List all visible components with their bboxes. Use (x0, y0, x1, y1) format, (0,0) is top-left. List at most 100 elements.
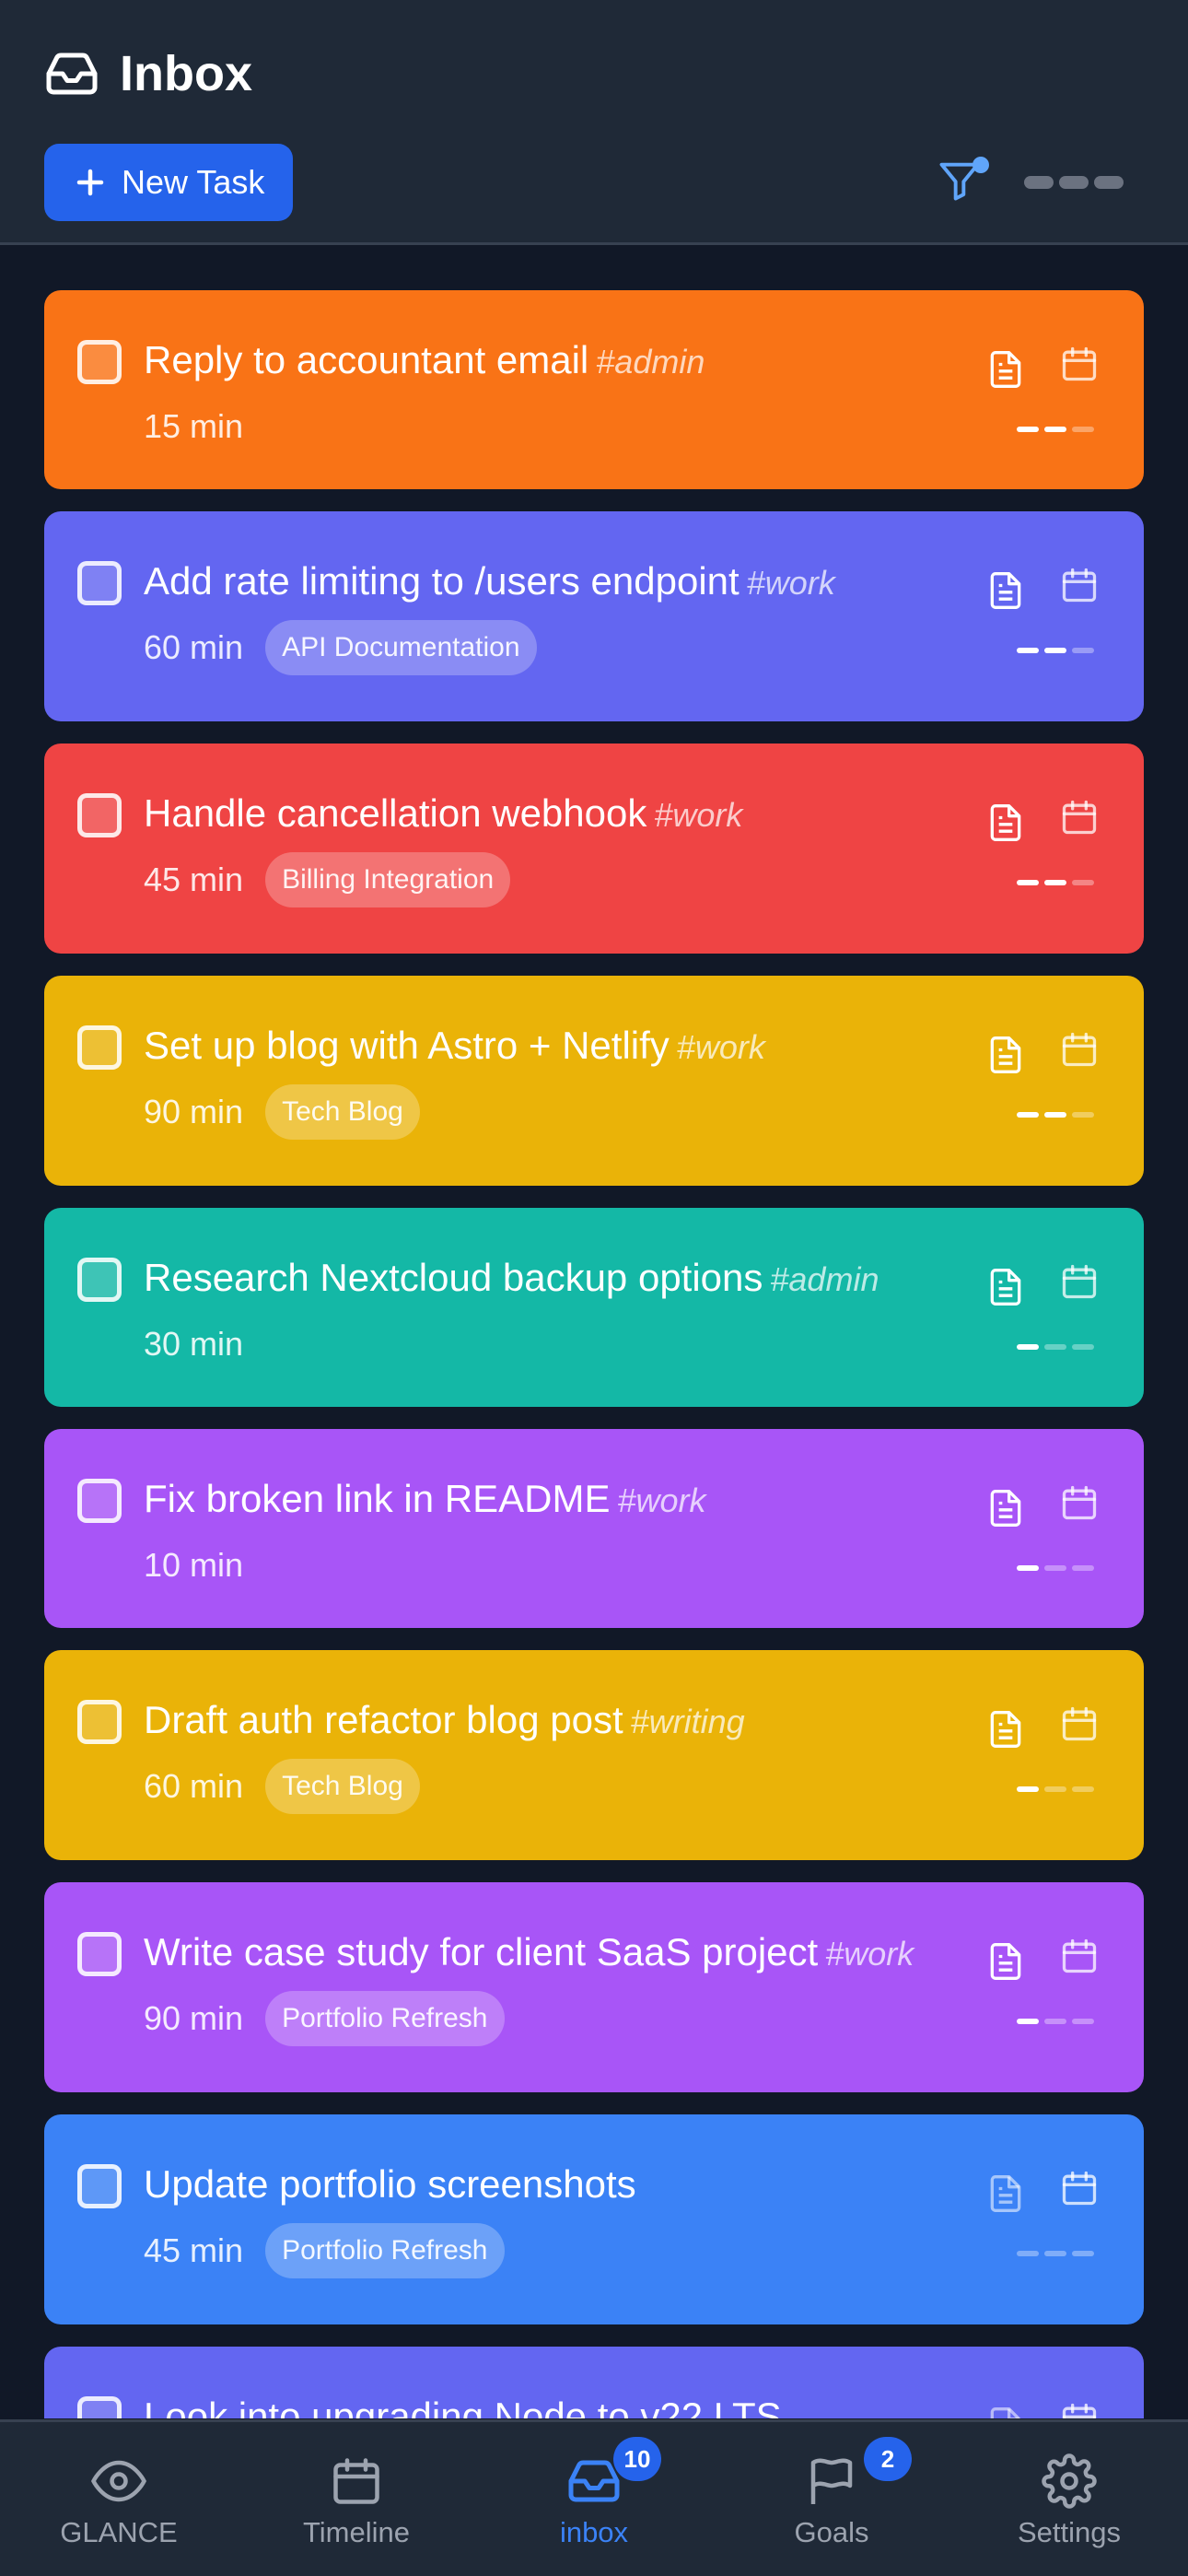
page-title: Inbox (120, 46, 252, 101)
nav-label: Goals (794, 2516, 869, 2548)
nav-glance[interactable]: GLANCE (0, 2422, 238, 2576)
nav-badge: 10 (613, 2437, 661, 2481)
task-duration: 60 min (144, 628, 244, 666)
progress-segment (1017, 2019, 1039, 2024)
task-card[interactable]: Look into upgrading Node to v22 LTS (44, 2347, 1144, 2418)
calendar-icon[interactable] (1059, 1704, 1100, 1746)
task-title-text: Fix broken link in README (144, 1477, 611, 1520)
nav-label: inbox (559, 2516, 629, 2548)
nav-timeline[interactable]: Timeline (238, 2422, 475, 2576)
task-checkbox[interactable] (77, 2164, 122, 2208)
note-icon[interactable] (985, 1035, 1026, 1079)
note-icon[interactable] (985, 1709, 1026, 1753)
task-meta: 45 min Portfolio Refresh (144, 2223, 505, 2278)
task-progress (1017, 1112, 1094, 1118)
task-tag: #work (676, 1028, 765, 1066)
task-title: Draft auth refactor blog post #writing (144, 1698, 745, 1742)
task-card[interactable]: Draft auth refactor blog post #writing 60 … (44, 1650, 1144, 1860)
calendar-icon[interactable] (1059, 1261, 1100, 1304)
note-icon[interactable] (985, 802, 1026, 847)
bottom-nav: GLANCE Timeline inbox 10 Goals 2 Settings (0, 2419, 1188, 2576)
nav-badge: 2 (864, 2437, 912, 2481)
progress-segment (1017, 648, 1039, 653)
task-card[interactable]: Handle cancellation webhook #work 45 min Bi… (44, 744, 1144, 954)
filter-active-dot (973, 157, 989, 173)
progress-segment (1017, 427, 1039, 432)
task-tag: #admin (596, 343, 705, 381)
task-title-text: Update portfolio screenshots (144, 2162, 636, 2206)
project-chip[interactable]: Billing Integration (265, 852, 511, 907)
project-chip[interactable]: Tech Blog (265, 1084, 420, 1140)
project-chip[interactable]: Portfolio Refresh (265, 1991, 505, 2046)
task-checkbox[interactable] (77, 1700, 122, 1744)
nav-label: Settings (1017, 2516, 1121, 2548)
task-checkbox[interactable] (77, 1025, 122, 1070)
task-duration: 90 min (144, 1999, 244, 2037)
note-icon[interactable] (985, 1267, 1026, 1311)
progress-segment (1017, 880, 1039, 885)
project-chip[interactable]: Tech Blog (265, 1759, 420, 1814)
new-task-button[interactable]: New Task (44, 144, 293, 221)
header: Inbox New Task (0, 0, 1188, 245)
project-chip[interactable]: API Documentation (265, 620, 537, 675)
task-checkbox[interactable] (77, 561, 122, 605)
calendar-icon[interactable] (1059, 2400, 1100, 2418)
task-tag: #work (746, 564, 835, 602)
task-card[interactable]: Fix broken link in README #work 10 min (44, 1429, 1144, 1628)
note-icon[interactable] (985, 570, 1026, 615)
inbox-icon (46, 53, 98, 95)
task-card[interactable]: Reply to accountant email #admin 15 min (44, 290, 1144, 489)
task-card[interactable]: Set up blog with Astro + Netlify #work 90 … (44, 976, 1144, 1186)
task-duration: 30 min (144, 1325, 244, 1363)
task-checkbox[interactable] (77, 340, 122, 384)
task-checkbox[interactable] (77, 1258, 122, 1302)
project-chip[interactable]: Portfolio Refresh (265, 2223, 505, 2278)
nav-inbox[interactable]: inbox 10 (475, 2422, 713, 2576)
note-icon[interactable] (985, 1488, 1026, 1532)
calendar-icon[interactable] (1059, 1029, 1100, 1071)
calendar-icon[interactable] (1059, 1482, 1100, 1525)
calendar-icon[interactable] (1059, 565, 1100, 607)
task-tag: #admin (770, 1260, 879, 1298)
calendar-icon[interactable] (1059, 2168, 1100, 2210)
task-card[interactable]: Write case study for client SaaS project… (44, 1882, 1144, 2092)
task-meta: 60 min API Documentation (144, 620, 537, 675)
note-icon[interactable] (985, 349, 1026, 393)
task-progress (1017, 1786, 1094, 1792)
note-icon[interactable] (985, 1941, 1026, 1985)
note-icon[interactable] (985, 2173, 1026, 2218)
task-meta: 90 min Tech Blog (144, 1084, 420, 1140)
more-menu-button[interactable] (1024, 171, 1124, 193)
task-list: Reply to accountant email #admin 15 min Add… (44, 290, 1144, 2418)
task-title-text: Draft auth refactor blog post (144, 1698, 623, 1741)
task-meta: 30 min (144, 1317, 243, 1372)
nav-label: Timeline (303, 2516, 410, 2548)
task-card[interactable]: Research Nextcloud backup options #admin 3… (44, 1208, 1144, 1407)
task-checkbox[interactable] (77, 793, 122, 837)
menu-dash (1024, 176, 1054, 189)
plus-icon (76, 169, 104, 196)
progress-segment (1072, 648, 1094, 653)
task-tag: #writing (630, 1703, 745, 1740)
task-duration: 60 min (144, 1767, 244, 1805)
task-duration: 10 min (144, 1546, 244, 1584)
task-checkbox[interactable] (77, 1479, 122, 1523)
progress-segment (1072, 1112, 1094, 1118)
task-checkbox[interactable] (77, 2396, 122, 2418)
task-checkbox[interactable] (77, 1932, 122, 1976)
nav-label: GLANCE (60, 2516, 178, 2548)
progress-segment (1044, 1344, 1066, 1350)
progress-segment (1044, 2019, 1066, 2024)
task-card[interactable]: Add rate limiting to /users endpoint #wor… (44, 511, 1144, 721)
progress-segment (1017, 1344, 1039, 1350)
calendar-icon[interactable] (1059, 1936, 1100, 1978)
filter-button[interactable] (936, 157, 989, 208)
task-card[interactable]: Update portfolio screenshots 45 min Portfo… (44, 2114, 1144, 2324)
nav-settings[interactable]: Settings (950, 2422, 1188, 2576)
nav-goals[interactable]: Goals 2 (713, 2422, 950, 2576)
task-progress (1017, 1344, 1094, 1350)
progress-segment (1072, 427, 1094, 432)
calendar-icon[interactable] (1059, 797, 1100, 839)
note-icon[interactable] (985, 2406, 1026, 2418)
calendar-icon[interactable] (1059, 344, 1100, 386)
